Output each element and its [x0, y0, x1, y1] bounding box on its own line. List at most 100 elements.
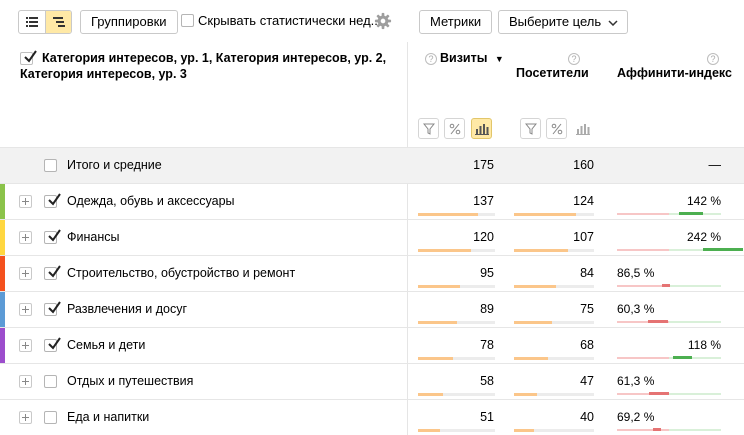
affinity-bar	[617, 248, 743, 251]
tree-view-icon	[52, 17, 65, 27]
visitors-bar	[514, 213, 594, 216]
sort-desc-icon: ▼	[494, 54, 504, 64]
visitors-bar	[514, 393, 594, 396]
row-label[interactable]: Строительство, обустройство и ремонт	[67, 266, 295, 280]
hide-stats-toggle[interactable]: Скрывать статистически нед...	[181, 13, 382, 28]
row-checkbox[interactable]	[44, 193, 61, 208]
groupings-button[interactable]: Группировки	[80, 10, 178, 34]
affinity-positive-mark	[673, 356, 692, 359]
row-visitors: 47	[580, 374, 594, 388]
table-row[interactable]: Одежда, обувь и аксессуары 137 124 142 %	[0, 183, 744, 220]
row-label[interactable]: Еда и напитки	[67, 410, 149, 424]
totals-visitors: 160	[573, 158, 594, 172]
affinity-positive-mark	[703, 248, 743, 251]
expand-icon[interactable]	[19, 411, 32, 424]
row-checkbox[interactable]	[44, 301, 61, 316]
goal-select-label: Выберите цель	[509, 14, 602, 29]
row-label[interactable]: Семья и дети	[67, 338, 145, 352]
visitors-bar	[514, 321, 594, 324]
row-label[interactable]: Развлечения и досуг	[67, 302, 187, 316]
row-visitors: 40	[580, 410, 594, 424]
visitors-bar	[514, 429, 594, 432]
affinity-positive-mark	[679, 212, 703, 215]
visitors-filter-button[interactable]	[520, 118, 541, 139]
checkmark-icon	[48, 265, 61, 278]
visits-bar-fill	[418, 285, 460, 288]
filter-icon	[422, 123, 435, 135]
row-color-marker	[0, 328, 5, 364]
table-row[interactable]: Развлечения и досуг 89 75 60,3 %	[0, 291, 744, 328]
row-color-marker	[0, 220, 5, 256]
visitors-bar	[514, 357, 594, 360]
visitors-bars-button[interactable]	[572, 118, 593, 139]
row-checkbox[interactable]	[44, 375, 57, 388]
affinity-negative-zone	[617, 429, 669, 431]
table-row[interactable]: Строительство, обустройство и ремонт 95 84…	[0, 255, 744, 292]
chevron-down-icon	[608, 20, 618, 26]
row-checkbox[interactable]	[44, 265, 61, 280]
visitors-bar-fill	[514, 357, 548, 360]
row-affinity: 118 %	[687, 338, 721, 352]
gear-icon[interactable]	[374, 12, 392, 30]
totals-checkbox[interactable]	[44, 159, 57, 172]
expand-icon[interactable]	[19, 195, 32, 208]
affinity-bar	[617, 356, 721, 359]
row-checkbox[interactable]	[44, 337, 61, 352]
expand-icon[interactable]	[19, 231, 32, 244]
expand-icon[interactable]	[19, 339, 32, 352]
visits-bar	[418, 249, 495, 252]
row-checkbox[interactable]	[44, 229, 61, 244]
visits-bar-fill	[418, 393, 443, 396]
visitors-column-header[interactable]: Посетители	[516, 66, 589, 80]
goal-select[interactable]: Выберите цель	[498, 10, 629, 34]
visits-bar	[418, 429, 495, 432]
row-visits: 58	[480, 374, 494, 388]
affinity-negative-zone	[617, 249, 669, 251]
checkmark-icon	[48, 337, 61, 350]
row-label[interactable]: Одежда, обувь и аксессуары	[67, 194, 235, 208]
affinity-bar	[617, 212, 721, 215]
tree-view-button[interactable]	[45, 11, 71, 33]
visitors-bar	[514, 249, 594, 252]
visitors-percent-button[interactable]	[546, 118, 567, 139]
checkmark-icon	[48, 229, 61, 242]
row-checkbox[interactable]	[44, 411, 57, 424]
table-row[interactable]: Отдых и путешествия 58 47 61,3 %	[0, 363, 744, 399]
bar-chart-icon	[474, 123, 489, 135]
expand-icon[interactable]	[19, 375, 32, 388]
affinity-help-icon[interactable]: ?	[707, 53, 719, 65]
hide-stats-checkbox[interactable]	[181, 14, 194, 27]
row-affinity: 61,3 %	[617, 374, 655, 388]
expand-icon[interactable]	[19, 267, 32, 280]
table-row[interactable]: Еда и напитки 51 40 69,2 %	[0, 399, 744, 435]
metrics-button[interactable]: Метрики	[419, 10, 493, 34]
percent-icon	[551, 123, 562, 134]
row-label[interactable]: Отдых и путешествия	[67, 374, 193, 388]
affinity-column-header[interactable]: Аффинити-индекс	[617, 66, 732, 80]
affinity-negative-mark	[648, 320, 668, 323]
visits-help-icon[interactable]: ?	[425, 53, 437, 65]
row-visits: 137	[473, 194, 494, 208]
row-visits: 89	[480, 302, 494, 316]
visits-bar-fill	[418, 321, 457, 324]
affinity-bar	[617, 320, 721, 323]
totals-label: Итого и средние	[67, 158, 162, 172]
visitors-help-icon[interactable]: ?	[568, 53, 580, 65]
table-row[interactable]: Финансы 120 107 242 %	[0, 219, 744, 256]
visits-bar-fill	[418, 357, 453, 360]
list-view-button[interactable]	[19, 11, 45, 33]
expand-icon[interactable]	[19, 303, 32, 316]
visits-bars-button[interactable]	[471, 118, 492, 139]
row-visits: 78	[480, 338, 494, 352]
visits-percent-button[interactable]	[444, 118, 465, 139]
visits-filter-button[interactable]	[418, 118, 439, 139]
visits-column-header[interactable]: Визиты ▼	[440, 51, 504, 65]
dimension-header-checkbox[interactable]	[20, 50, 37, 65]
visits-bar-fill	[418, 249, 471, 252]
row-label[interactable]: Финансы	[67, 230, 119, 244]
affinity-negative-mark	[662, 284, 670, 287]
row-visitors: 124	[573, 194, 594, 208]
visitors-bar-fill	[514, 213, 576, 216]
table-row[interactable]: Семья и дети 78 68 118 %	[0, 327, 744, 364]
affinity-negative-zone	[617, 357, 669, 359]
